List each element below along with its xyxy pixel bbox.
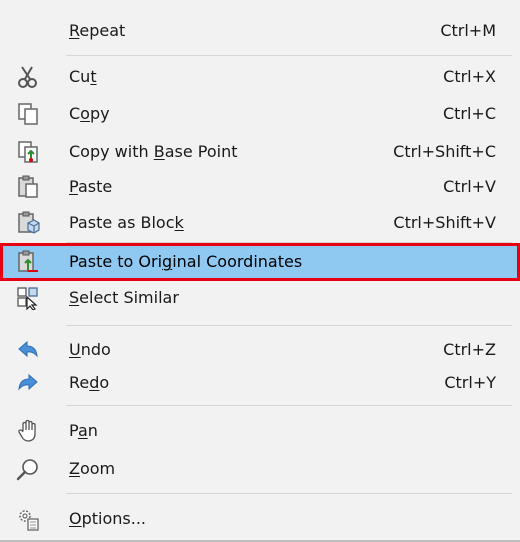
copy-icon [18,103,38,125]
menu-item-cut[interactable]: Cut Ctrl+X [0,59,520,95]
menu-separator [66,405,512,406]
hand-pan-icon [18,419,36,442]
menu-item-label: Paste [69,177,113,196]
menu-item-copy[interactable]: Copy Ctrl+C [0,96,520,132]
zoom-magnifier-icon [16,459,38,481]
menu-item-select-similar[interactable]: Select Similar [0,280,520,316]
menu-item-redo[interactable]: Redo Ctrl+Y [0,365,520,401]
paste-as-block-icon [18,211,40,234]
redo-icon [18,373,38,391]
shortcut-label: Ctrl+Y [444,373,496,392]
menu-separator [66,325,512,326]
options-gear-icon [19,510,39,531]
menu-item-label: Paste to Original Coordinates [69,252,303,271]
menu-item-label: Zoom [69,459,116,478]
menu-item-label: Pan [69,421,98,440]
undo-icon [18,340,38,358]
context-menu: Repeat Ctrl+M Cut Ctrl+X Copy Ctrl+C Cop… [0,0,520,542]
menu-separator [66,55,512,56]
menu-item-label: Options... [69,509,146,528]
menu-item-paste[interactable]: Paste Ctrl+V [0,169,520,205]
menu-item-label: Copy [69,104,110,123]
shortcut-label: Ctrl+Z [443,340,496,359]
menu-item-pan[interactable]: Pan [0,413,520,449]
menu-item-zoom[interactable]: Zoom [0,451,520,487]
shortcut-label: Ctrl+V [443,177,496,196]
menu-item-label: Repeat [69,21,126,40]
menu-item-label: Select Similar [69,288,179,307]
menu-item-paste-to-original-coordinates[interactable]: Paste to Original Coordinates [0,243,520,281]
shortcut-label: Ctrl+C [442,104,496,123]
scissors-icon [18,66,37,88]
shortcut-label: Ctrl+X [443,67,496,86]
menu-item-undo[interactable]: Undo Ctrl+Z [0,332,520,368]
menu-separator [66,493,512,494]
menu-item-label: Undo [69,340,111,359]
copy-base-point-icon [18,141,38,163]
shortcut-label: Ctrl+Shift+V [393,213,496,232]
paste-original-coordinates-icon [18,250,38,272]
select-similar-icon [17,287,38,310]
menu-item-copy-with-base-point[interactable]: Copy with Base Point Ctrl+Shift+C [0,134,520,170]
shortcut-label: Ctrl+Shift+C [393,142,496,161]
menu-item-label: Redo [69,373,110,392]
menu-item-label: Cut [69,67,97,86]
menu-item-options[interactable]: Options... [0,501,520,537]
paste-icon [18,175,38,198]
menu-item-label: Copy with Base Point [69,142,238,161]
menu-item-repeat[interactable]: Repeat Ctrl+M [0,13,520,49]
menu-item-label: Paste as Block [69,213,184,232]
shortcut-label: Ctrl+M [440,21,496,40]
menu-item-paste-as-block[interactable]: Paste as Block Ctrl+Shift+V [0,205,520,241]
